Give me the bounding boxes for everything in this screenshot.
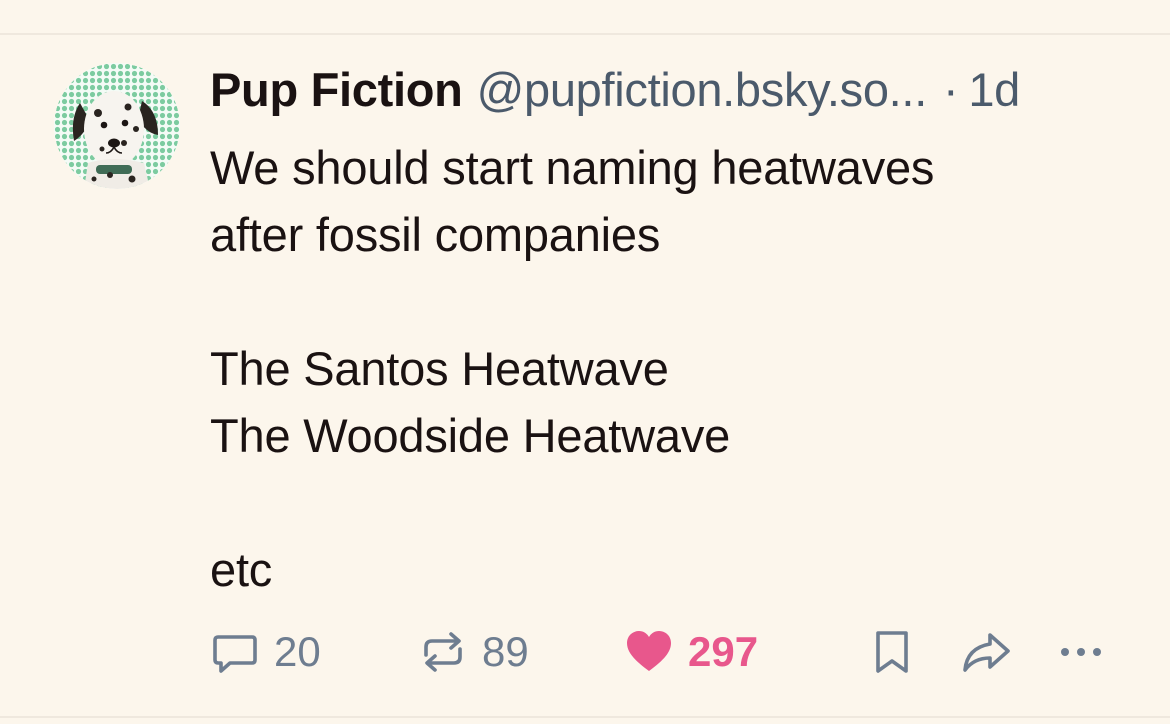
- share-arrow-icon: [963, 633, 1010, 672]
- bookmark-icon: [876, 631, 908, 673]
- more-options-button[interactable]: [1058, 622, 1108, 682]
- bookmark-button[interactable]: [870, 622, 914, 682]
- post-text-paragraph: etc: [210, 543, 273, 596]
- post-header: Pup Fiction @pupfiction.bsky.so... · 1d: [210, 62, 1020, 118]
- share-button[interactable]: [960, 622, 1014, 682]
- post-actions-bar: 20 89 297: [0, 622, 1170, 682]
- ellipsis-icon: [1061, 648, 1101, 656]
- author-handle[interactable]: @pupfiction.bsky.so...: [477, 63, 928, 116]
- post-text-paragraph: The Santos Heatwave The Woodside Heatwav…: [210, 342, 731, 462]
- like-button[interactable]: 297: [624, 622, 758, 682]
- top-divider: [0, 33, 1170, 35]
- reply-button[interactable]: 20: [210, 622, 321, 682]
- repost-button[interactable]: 89: [418, 622, 529, 682]
- repost-arrows-icon: [424, 632, 462, 672]
- heart-icon: [627, 631, 671, 671]
- bottom-divider: [0, 716, 1170, 718]
- post-timestamp[interactable]: 1d: [968, 63, 1020, 116]
- dalmatian-avatar-image: [54, 63, 180, 189]
- avatar[interactable]: [54, 63, 180, 189]
- post-text-paragraph: We should start naming heatwaves after f…: [210, 141, 935, 261]
- repost-count: 89: [482, 628, 529, 675]
- author-name[interactable]: Pup Fiction: [210, 63, 463, 116]
- reply-count: 20: [274, 628, 321, 675]
- speech-bubble-icon: [213, 635, 257, 673]
- post-body: We should start naming heatwaves after f…: [210, 134, 1140, 603]
- like-count: 297: [688, 628, 759, 675]
- header-separator: ·: [942, 63, 959, 116]
